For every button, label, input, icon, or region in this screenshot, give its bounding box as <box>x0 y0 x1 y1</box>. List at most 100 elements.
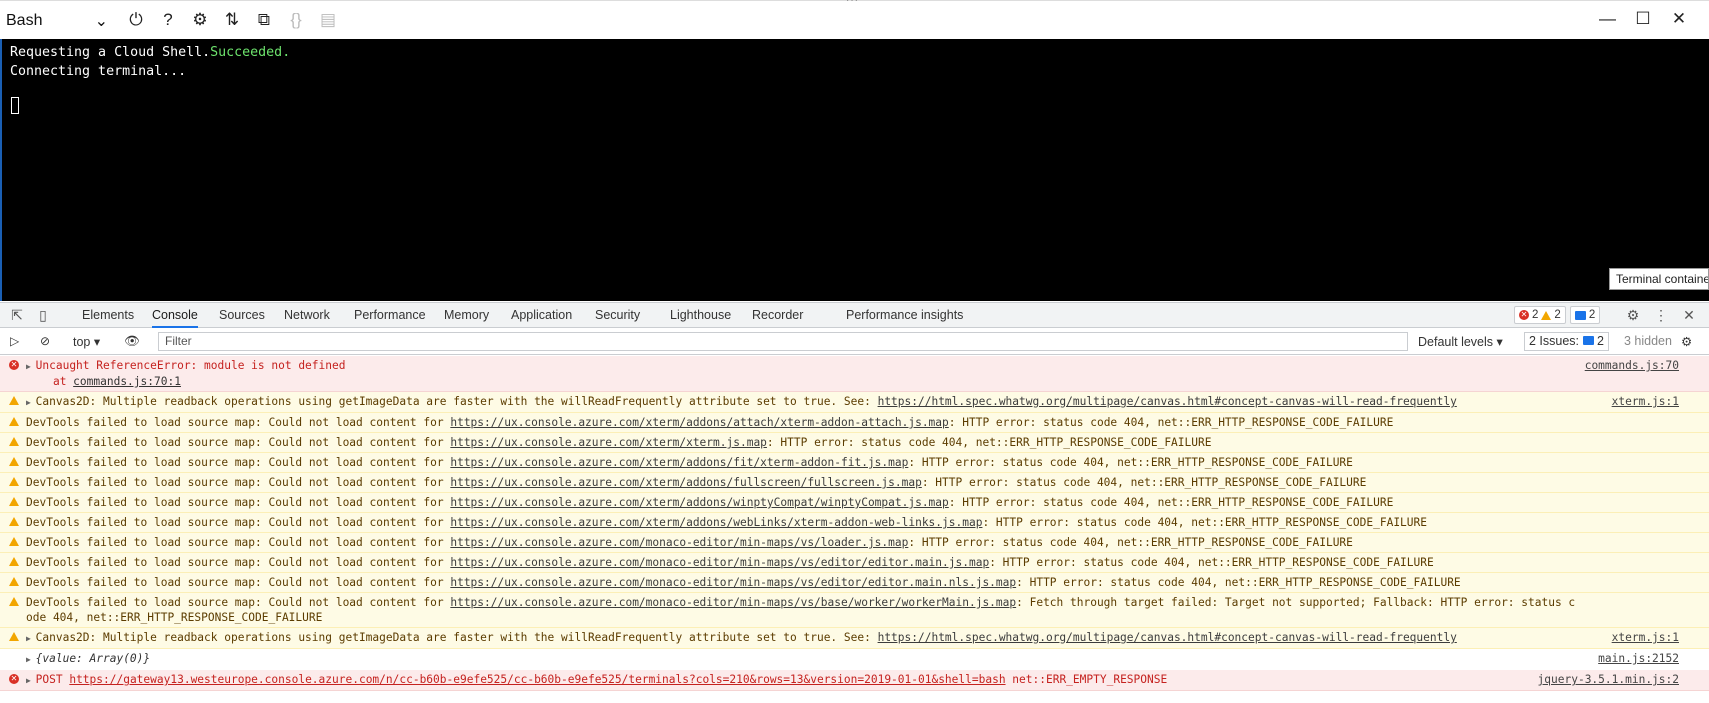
message-url-link[interactable]: https://ux.console.azure.com/monaco-edit… <box>450 556 989 569</box>
message-url-link[interactable]: https://ux.console.azure.com/xterm/addon… <box>450 496 948 509</box>
console-message-warn[interactable]: DevTools failed to load source map: Coul… <box>0 473 1709 493</box>
message-url-link[interactable]: https://ux.console.azure.com/monaco-edit… <box>450 536 908 549</box>
resize-grip[interactable]: ··· <box>846 0 859 6</box>
message-text: {value: Array(0)} <box>35 652 151 665</box>
tab-elements[interactable]: Elements <box>82 303 134 328</box>
message-text: DevTools failed to load source map: Coul… <box>26 516 451 529</box>
console-message-info[interactable]: ▶ {value: Array(0)} main.js:2152 <box>0 649 1709 670</box>
tab-lighthouse[interactable]: Lighthouse <box>670 303 731 328</box>
console-message-warn[interactable]: DevTools failed to load source map: Coul… <box>0 533 1709 553</box>
stack-trace-link[interactable]: commands.js:70:1 <box>73 375 181 388</box>
console-message-error[interactable]: ✕ ▶ POST https://gateway13.westeurope.con… <box>0 670 1709 691</box>
editor-braces-icon[interactable]: {} <box>287 10 305 30</box>
console-message-warn[interactable]: DevTools failed to load source map: Coul… <box>0 573 1709 593</box>
messages-counter[interactable]: 2 <box>1569 306 1601 324</box>
console-message-warn[interactable]: ▶ Canvas2D: Multiple readback operations… <box>0 628 1709 649</box>
device-toolbar-icon[interactable]: ▯ <box>35 307 51 323</box>
message-url-link[interactable]: https://html.spec.whatwg.org/multipage/c… <box>878 395 1457 408</box>
web-preview-icon[interactable]: ▤ <box>319 10 337 30</box>
tooltip: Terminal containe <box>1609 268 1709 290</box>
terminal-line-1-prefix: Requesting a Cloud Shell. <box>10 45 211 60</box>
message-text: DevTools failed to load source map: Coul… <box>26 476 451 489</box>
message-url-link[interactable]: https://gateway13.westeurope.console.azu… <box>69 673 1005 686</box>
message-url-link[interactable]: https://ux.console.azure.com/xterm/addon… <box>450 456 908 469</box>
tab-network[interactable]: Network <box>284 303 330 328</box>
tab-sources[interactable]: Sources <box>219 303 265 328</box>
console-message-warn[interactable]: DevTools failed to load source map: Coul… <box>0 453 1709 473</box>
live-expression-eye-icon[interactable]: 👁 <box>124 334 140 349</box>
warning-icon <box>9 597 19 606</box>
console-message-warn[interactable]: DevTools failed to load source map: Coul… <box>0 553 1709 573</box>
clear-console-icon[interactable]: ⊘ <box>40 334 50 348</box>
tab-console[interactable]: Console <box>152 303 198 328</box>
filter-input[interactable]: Filter <box>158 332 1408 351</box>
help-icon[interactable]: ? <box>159 10 177 30</box>
expand-triangle-icon[interactable]: ▶ <box>26 634 36 643</box>
restart-power-icon[interactable]: ⏻ <box>127 10 145 30</box>
more-options-icon[interactable]: ⋮ <box>1653 307 1669 323</box>
message-suffix: : HTTP error: status code 404, net::ERR_… <box>948 416 1394 429</box>
message-url-link[interactable]: https://html.spec.whatwg.org/multipage/c… <box>878 631 1457 644</box>
warning-icon <box>9 417 19 426</box>
terminal-area[interactable]: Requesting a Cloud Shell.Succeeded. Conn… <box>0 39 1709 301</box>
source-location-link[interactable]: commands.js:70 <box>1585 358 1679 373</box>
shell-type-select[interactable]: Bash ⌄ <box>6 10 110 32</box>
message-url-link[interactable]: https://ux.console.azure.com/xterm/addon… <box>450 416 948 429</box>
inspect-element-icon[interactable]: ⇱ <box>9 307 25 323</box>
expand-triangle-icon[interactable]: ▶ <box>26 362 36 371</box>
message-count: 2 <box>1588 309 1596 321</box>
error-count: 2 <box>1532 309 1539 321</box>
source-location-link[interactable]: xterm.js:1 <box>1612 394 1679 409</box>
devtools-settings-gear-icon[interactable]: ⚙ <box>1625 307 1641 323</box>
upload-download-icon[interactable]: ⇅ <box>223 10 241 30</box>
console-message-warn[interactable]: DevTools failed to load source map: Coul… <box>0 513 1709 533</box>
warning-icon <box>9 557 19 566</box>
source-location-link[interactable]: xterm.js:1 <box>1612 630 1679 645</box>
message-url-link[interactable]: https://ux.console.azure.com/xterm/addon… <box>450 516 982 529</box>
console-message-warn[interactable]: DevTools failed to load source map: Coul… <box>0 593 1709 628</box>
sidebar-toggle-icon[interactable]: ▷ <box>10 334 19 348</box>
message-url-link[interactable]: https://ux.console.azure.com/xterm/addon… <box>450 476 921 489</box>
message-text: DevTools failed to load source map: Coul… <box>26 596 451 609</box>
expand-triangle-icon[interactable]: ▶ <box>26 398 36 407</box>
console-settings-gear-icon[interactable]: ⚙ <box>1681 334 1692 349</box>
shell-type-value: Bash <box>6 12 43 29</box>
context-select[interactable]: top ▾ <box>73 334 100 349</box>
settings-gear-icon[interactable]: ⚙ <box>191 10 209 30</box>
console-message-warn[interactable]: ▶ Canvas2D: Multiple readback operations… <box>0 392 1709 413</box>
tab-memory[interactable]: Memory <box>444 303 489 328</box>
console-message-error[interactable]: ✕ ▶ Uncaught ReferenceError: module is no… <box>0 356 1709 392</box>
issues-button[interactable]: 2 Issues: 2 <box>1524 332 1609 351</box>
minimize-icon[interactable]: — <box>1599 9 1616 29</box>
error-warning-counter[interactable]: ✕ 2 2 <box>1514 306 1566 324</box>
stack-trace-line: at commands.js:70:1 <box>26 374 1579 389</box>
message-text: Canvas2D: Multiple readback operations u… <box>35 631 878 644</box>
warning-icon <box>9 632 19 641</box>
tab-application[interactable]: Application <box>511 303 572 328</box>
warning-icon <box>9 437 19 446</box>
close-devtools-icon[interactable]: ✕ <box>1681 307 1697 323</box>
source-location-link[interactable]: jquery-3.5.1.min.js:2 <box>1538 672 1679 687</box>
log-levels-select[interactable]: Default levels ▾ <box>1418 334 1503 349</box>
close-icon[interactable]: ✕ <box>1671 9 1687 29</box>
maximize-icon[interactable]: ☐ <box>1635 9 1651 29</box>
open-new-session-icon[interactable]: ⧉ <box>255 10 273 30</box>
console-message-warn[interactable]: DevTools failed to load source map: Coul… <box>0 433 1709 453</box>
warning-icon <box>9 477 19 486</box>
warning-icon <box>9 517 19 526</box>
tab-recorder[interactable]: Recorder <box>752 303 803 328</box>
console-message-warn[interactable]: DevTools failed to load source map: Coul… <box>0 493 1709 513</box>
message-suffix: : HTTP error: status code 404, net::ERR_… <box>989 556 1434 569</box>
warning-icon <box>9 396 19 405</box>
expand-triangle-icon[interactable]: ▶ <box>26 676 36 685</box>
message-icon <box>1574 310 1586 320</box>
expand-triangle-icon[interactable]: ▶ <box>26 655 36 664</box>
message-url-link[interactable]: https://ux.console.azure.com/monaco-edit… <box>450 576 1016 589</box>
message-url-link[interactable]: https://ux.console.azure.com/xterm/xterm… <box>450 436 767 449</box>
tab-security[interactable]: Security <box>595 303 640 328</box>
tab-performance[interactable]: Performance <box>354 303 426 328</box>
console-message-warn[interactable]: DevTools failed to load source map: Coul… <box>0 413 1709 433</box>
tab-performance-insights[interactable]: Performance insights <box>846 303 963 328</box>
message-url-link[interactable]: https://ux.console.azure.com/monaco-edit… <box>450 596 1016 609</box>
source-location-link[interactable]: main.js:2152 <box>1598 651 1679 666</box>
